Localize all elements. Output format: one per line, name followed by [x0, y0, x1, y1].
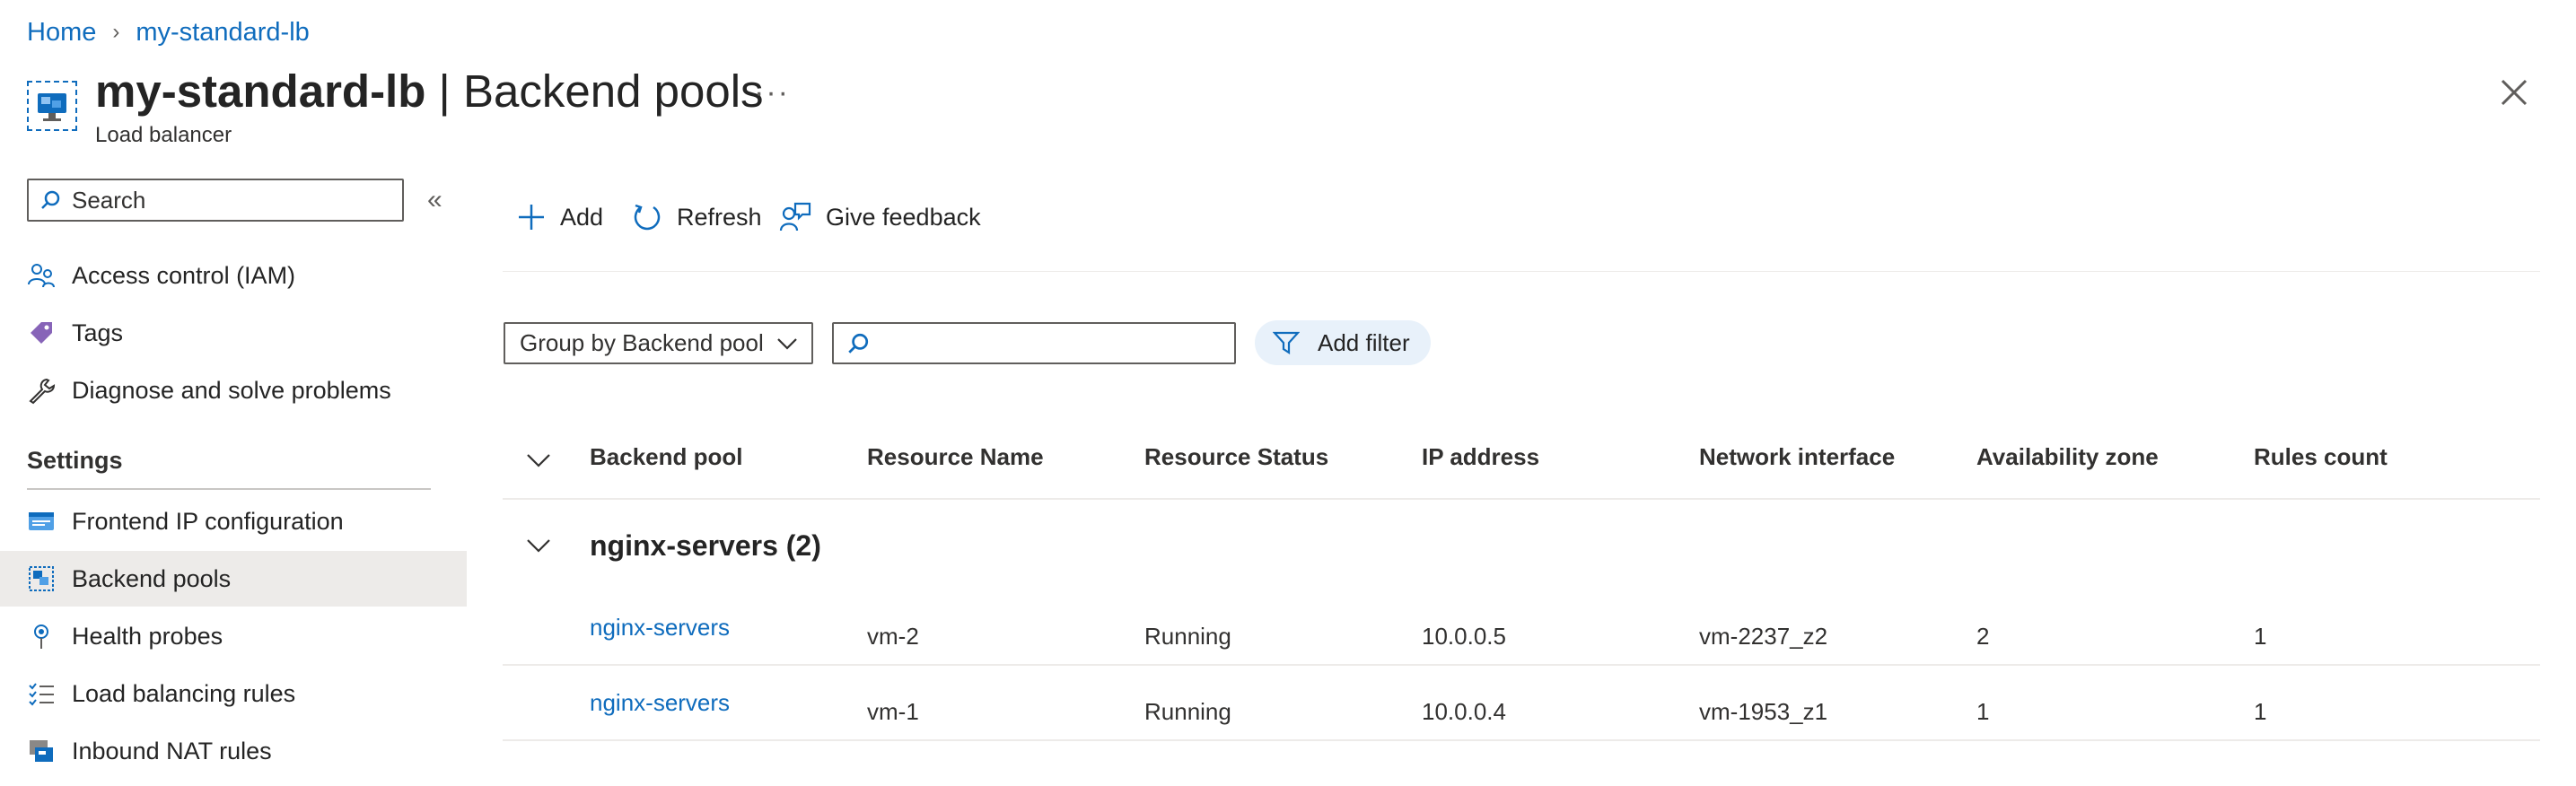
sidebar-item-inbound-nat[interactable]: Inbound NAT rules [0, 723, 467, 779]
availability-zone-cell: 1 [1976, 698, 1990, 725]
sidebar-item-label: Inbound NAT rules [72, 737, 272, 764]
sidebar-item-label: Access control (IAM) [72, 261, 296, 289]
close-icon[interactable] [2495, 74, 2533, 111]
sidebar-item-label: Backend pools [72, 564, 232, 592]
ip-address-cell: 10.0.0.5 [1422, 623, 1506, 650]
row-divider [503, 739, 2540, 741]
sidebar-item-lb-rules[interactable]: Load balancing rules [0, 666, 467, 721]
page-title: my-standard-lb | Backend pools [95, 65, 764, 118]
chevron-down-icon [527, 454, 550, 467]
group-title: nginx-servers (2) [590, 529, 821, 562]
chevron-right-icon: › [112, 20, 120, 44]
sidebar-search-input[interactable]: Search [27, 179, 404, 222]
sidebar-item-health-probes[interactable]: Health probes [0, 608, 467, 664]
section-divider [27, 488, 431, 490]
rules-icon [27, 679, 56, 708]
nat-icon [27, 737, 56, 765]
add-filter-button[interactable]: Add filter [1255, 320, 1431, 365]
feedback-icon [779, 202, 811, 232]
resource-name-cell: vm-1 [867, 698, 919, 725]
group-by-value: Group by Backend pool [520, 329, 764, 356]
refresh-button-label: Refresh [677, 203, 762, 231]
header-divider [503, 498, 2540, 500]
sidebar-item-label: Diagnose and solve problems [72, 376, 391, 404]
sidebar-item-tags[interactable]: Tags [0, 305, 467, 361]
tag-icon [27, 319, 56, 347]
sidebar-item-label: Health probes [72, 622, 223, 650]
network-interface-cell: vm-1953_z1 [1699, 698, 1828, 725]
sidebar-item-access-control[interactable]: Access control (IAM) [0, 248, 467, 303]
sidebar-section-settings: Settings [27, 447, 123, 474]
collapse-sidebar-icon[interactable]: « [427, 185, 442, 215]
group-toggle[interactable] [525, 532, 552, 563]
column-header-backend-pool[interactable]: Backend pool [590, 443, 742, 471]
collapse-all-toggle[interactable] [525, 447, 552, 478]
row-divider [503, 664, 2540, 666]
search-icon [848, 333, 869, 354]
page-title-separator: | [425, 66, 463, 117]
sidebar-item-backend-pools[interactable]: Backend pools [0, 551, 467, 607]
add-button-label: Add [560, 203, 604, 231]
group-by-dropdown[interactable]: Group by Backend pool [504, 322, 813, 364]
backend-pool-link[interactable]: nginx-servers [590, 689, 730, 717]
backend-pool-icon [27, 564, 56, 593]
sidebar-item-label: Frontend IP configuration [72, 507, 344, 535]
sidebar-item-label: Tags [72, 319, 124, 346]
search-icon [41, 190, 60, 209]
network-interface-cell: vm-2237_z2 [1699, 623, 1828, 650]
sidebar-item-diagnose[interactable]: Diagnose and solve problems [0, 362, 467, 418]
frontend-ip-icon [27, 507, 56, 536]
give-feedback-button[interactable]: Give feedback [779, 197, 981, 237]
column-header-network-interface[interactable]: Network interface [1699, 443, 1895, 471]
sidebar-item-label: Load balancing rules [72, 679, 296, 707]
add-button[interactable]: Add [517, 197, 603, 237]
column-header-resource-name[interactable]: Resource Name [867, 443, 1044, 471]
resource-name-cell: vm-2 [867, 623, 919, 650]
ip-address-cell: 10.0.0.4 [1422, 698, 1506, 725]
toolbar-divider [503, 271, 2540, 272]
refresh-button[interactable]: Refresh [632, 197, 762, 237]
filter-search-input[interactable] [832, 322, 1236, 364]
availability-zone-cell: 2 [1976, 623, 1990, 650]
plus-icon [517, 203, 546, 231]
chevron-down-icon [527, 539, 550, 553]
breadcrumb-home[interactable]: Home [27, 18, 96, 48]
column-header-resource-status[interactable]: Resource Status [1144, 443, 1328, 471]
sidebar-item-frontend-ip[interactable]: Frontend IP configuration [0, 493, 467, 549]
probe-icon [27, 622, 56, 651]
rules-count-cell: 1 [2254, 623, 2267, 650]
column-header-availability-zone[interactable]: Availability zone [1976, 443, 2159, 471]
give-feedback-label: Give feedback [826, 203, 981, 231]
more-options-icon[interactable]: ··· [754, 75, 790, 110]
rules-count-cell: 1 [2254, 698, 2267, 725]
wrench-icon [27, 376, 56, 405]
load-balancer-icon [27, 81, 77, 131]
people-icon [27, 261, 56, 290]
chevron-down-icon [777, 337, 797, 350]
column-header-rules-count[interactable]: Rules count [2254, 443, 2388, 471]
page-title-resource: my-standard-lb [95, 66, 426, 117]
breadcrumb: Home › my-standard-lb [27, 16, 310, 48]
backend-pool-link[interactable]: nginx-servers [590, 614, 730, 642]
sidebar-search-placeholder: Search [72, 186, 146, 214]
filter-icon [1273, 330, 1300, 355]
add-filter-label: Add filter [1318, 328, 1410, 356]
page-title-page: Backend pools [462, 66, 764, 117]
breadcrumb-current[interactable]: my-standard-lb [136, 18, 309, 48]
refresh-icon [632, 202, 662, 232]
resource-status-cell: Running [1144, 623, 1231, 650]
page-subtitle: Load balancer [95, 123, 232, 147]
resource-status-cell: Running [1144, 698, 1231, 725]
column-header-ip-address[interactable]: IP address [1422, 443, 1539, 471]
